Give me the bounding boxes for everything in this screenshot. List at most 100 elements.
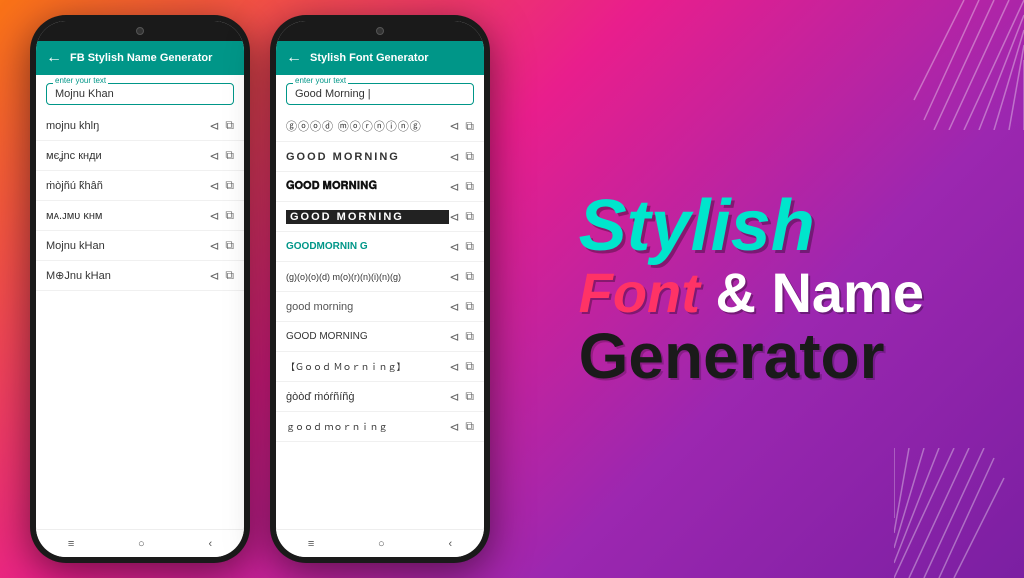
share-icon[interactable]: ⊲ [449, 240, 459, 254]
style-actions-p2-10: ⊲ ⧉ [449, 389, 474, 404]
phone1-nav: ≡ ○ ‹ [36, 529, 244, 557]
share-icon[interactable]: ⊲ [449, 300, 459, 314]
list-item: M⊕Jnu kHan ⊲ ⧉ [36, 261, 244, 291]
share-icon[interactable]: ⊲ [209, 269, 219, 283]
style-text-1: mojnu khlŋ [46, 120, 209, 132]
phone2-back-arrow[interactable]: ← [286, 49, 302, 67]
style-text-2: мєʝnc кнди [46, 150, 209, 162]
phone1-input-label: enter your text [53, 76, 108, 85]
copy-icon[interactable]: ⧉ [465, 179, 474, 194]
style-text-6: M⊕Jnu kHan [46, 269, 209, 282]
style-actions-p2-7: ⊲ ⧉ [449, 299, 474, 314]
copy-icon[interactable]: ⧉ [225, 178, 234, 193]
list-item: GOODMORNIN G ⊲ ⧉ [276, 232, 484, 262]
copy-icon[interactable]: ⧉ [465, 389, 474, 404]
phone-1: ← FB Stylish Name Generator enter your t… [30, 15, 250, 563]
style-text-p2-6: (g)(o)(o)(d) m(o)(r)(n)(i)(n)(g) [286, 272, 449, 282]
list-item: 𝐆𝐎𝐎𝐃 𝐌𝐎𝐑𝐍𝐈𝐍𝐆 ⊲ ⧉ [276, 172, 484, 202]
style-text-p2-7: good morning [286, 301, 449, 313]
copy-icon[interactable]: ⧉ [225, 238, 234, 253]
brand-font-name-text: Font & Name [579, 262, 924, 324]
brand-and-name-label: & Name [715, 261, 924, 324]
list-item: (g)(o)(o)(d) m(o)(r)(n)(i)(n)(g) ⊲ ⧉ [276, 262, 484, 292]
copy-icon[interactable]: ⧉ [465, 359, 474, 374]
style-text-p2-3: 𝐆𝐎𝐎𝐃 𝐌𝐎𝐑𝐍𝐈𝐍𝐆 [286, 180, 449, 193]
nav-back-2[interactable]: ‹ [448, 538, 452, 550]
brand-generator-text: Generator [579, 324, 924, 388]
nav-menu-1[interactable]: ≡ [68, 538, 74, 550]
style-actions-p2-4: ⊲ ⧉ [449, 209, 474, 224]
share-icon[interactable]: ⊲ [209, 209, 219, 223]
style-text-p2-2: GOOD MORNING [286, 151, 449, 163]
phone-2: ← Stylish Font Generator enter your text… [270, 15, 490, 563]
style-text-p2-10: ġòòď ṁóŕñíñġ [286, 391, 449, 403]
style-text-p2-1: ⓖⓞⓞⓓ ⓜⓞⓡⓝⓘⓝⓖ [286, 118, 449, 134]
phone1-styles-list: mojnu khlŋ ⊲ ⧉ мєʝnc кнди ⊲ ⧉ ṁòjñú k̃hâ… [36, 109, 244, 529]
nav-home-2[interactable]: ○ [378, 538, 385, 550]
list-item: ṁòjñú k̃hâñ ⊲ ⧉ [36, 171, 244, 201]
nav-menu-2[interactable]: ≡ [308, 538, 314, 550]
phone2-top [276, 21, 484, 41]
phone2-input-label: enter your text [293, 76, 348, 85]
copy-icon[interactable]: ⧉ [225, 118, 234, 133]
copy-icon[interactable]: ⧉ [465, 299, 474, 314]
list-item: ⓖⓞⓞⓓ ⓜⓞⓡⓝⓘⓝⓖ ⊲ ⧉ [276, 111, 484, 142]
list-item: good morning ⊲ ⧉ [276, 292, 484, 322]
share-icon[interactable]: ⊲ [449, 360, 459, 374]
share-icon[interactable]: ⊲ [449, 420, 459, 434]
nav-home-1[interactable]: ○ [138, 538, 145, 550]
share-icon[interactable]: ⊲ [209, 119, 219, 133]
share-icon[interactable]: ⊲ [209, 239, 219, 253]
share-icon[interactable]: ⊲ [449, 330, 459, 344]
share-icon[interactable]: ⊲ [449, 390, 459, 404]
share-icon[interactable]: ⊲ [449, 119, 459, 133]
phone2-input-wrapper[interactable]: enter your text Good Morning | [286, 83, 474, 105]
phone1-top [36, 21, 244, 41]
phone1-back-arrow[interactable]: ← [46, 49, 62, 67]
style-text-4: ᴍᴀ.ᴊᴍᴜ ᴋʜᴍ [46, 210, 209, 222]
copy-icon[interactable]: ⧉ [225, 268, 234, 283]
style-actions-6: ⊲ ⧉ [209, 268, 234, 283]
phone1-input-wrapper[interactable]: enter your text Mojnu Khan [46, 83, 234, 105]
list-item: мєʝnc кнди ⊲ ⧉ [36, 141, 244, 171]
copy-icon[interactable]: ⧉ [465, 239, 474, 254]
style-actions-p2-11: ⊲ ⧉ [449, 419, 474, 434]
style-actions-p2-8: ⊲ ⧉ [449, 329, 474, 344]
list-item: ᴍᴀ.ᴊᴍᴜ ᴋʜᴍ ⊲ ⧉ [36, 201, 244, 231]
share-icon[interactable]: ⊲ [449, 210, 459, 224]
style-text-p2-5: GOODMORNIN G [286, 241, 449, 252]
style-actions-p2-2: ⊲ ⧉ [449, 149, 474, 164]
copy-icon[interactable]: ⧉ [465, 149, 474, 164]
copy-icon[interactable]: ⧉ [465, 329, 474, 344]
copy-icon[interactable]: ⧉ [465, 269, 474, 284]
phone1-input-section: enter your text Mojnu Khan [36, 75, 244, 109]
phone2-header: ← Stylish Font Generator [276, 41, 484, 75]
copy-icon[interactable]: ⧉ [225, 208, 234, 223]
share-icon[interactable]: ⊲ [449, 180, 459, 194]
copy-icon[interactable]: ⧉ [465, 209, 474, 224]
phone1-header: ← FB Stylish Name Generator [36, 41, 244, 75]
style-text-3: ṁòjñú k̃hâñ [46, 180, 209, 192]
copy-icon[interactable]: ⧉ [465, 419, 474, 434]
brand-area: Stylish Font & Name Generator [579, 190, 924, 388]
style-actions-p2-3: ⊲ ⧉ [449, 179, 474, 194]
share-icon[interactable]: ⊲ [449, 150, 459, 164]
brand-font-label: Font [579, 261, 700, 324]
nav-back-1[interactable]: ‹ [208, 538, 212, 550]
style-actions-p2-9: ⊲ ⧉ [449, 359, 474, 374]
list-item: ġòòď ṁóŕñíñġ ⊲ ⧉ [276, 382, 484, 412]
copy-icon[interactable]: ⧉ [465, 119, 474, 134]
list-item: ｇｏｏｄ ｍｏｒｎｉｎｇ ⊲ ⧉ [276, 412, 484, 442]
copy-icon[interactable]: ⧉ [225, 148, 234, 163]
phone1-title: FB Stylish Name Generator [70, 52, 212, 64]
phone1-input-value[interactable]: Mojnu Khan [55, 88, 225, 100]
share-icon[interactable]: ⊲ [449, 270, 459, 284]
style-actions-4: ⊲ ⧉ [209, 208, 234, 223]
phone2-input-value[interactable]: Good Morning | [295, 88, 465, 100]
style-text-p2-9: 【Ｇｏｏｄ Ｍｏｒｎｉｎｇ】 [286, 360, 449, 373]
phone2-input-section: enter your text Good Morning | [276, 75, 484, 109]
camera-1 [136, 27, 144, 35]
style-actions-3: ⊲ ⧉ [209, 178, 234, 193]
share-icon[interactable]: ⊲ [209, 149, 219, 163]
share-icon[interactable]: ⊲ [209, 179, 219, 193]
